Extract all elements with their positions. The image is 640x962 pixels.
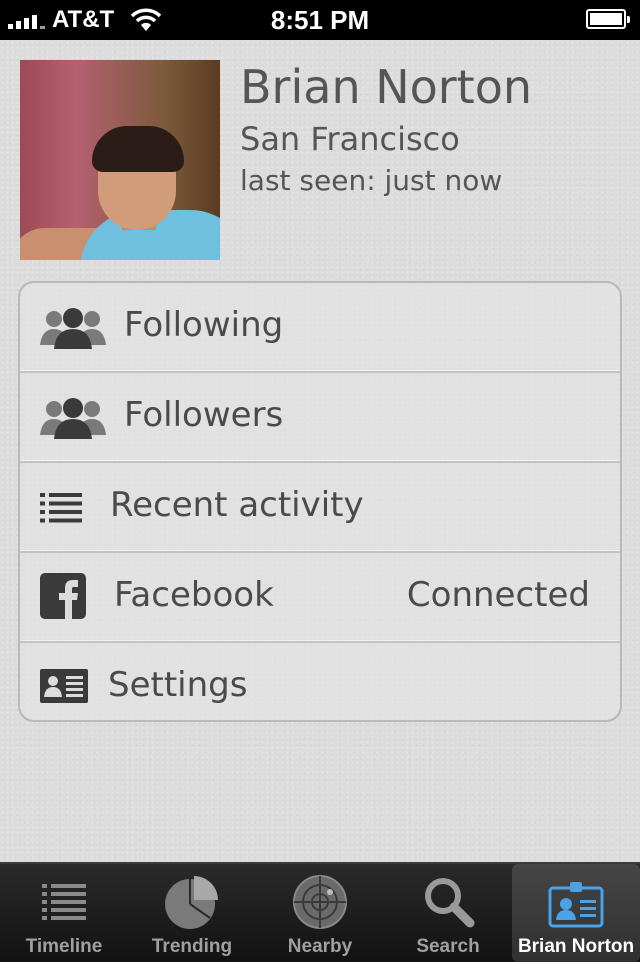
- tab-label: Nearby: [287, 936, 353, 957]
- people-icon: [40, 307, 106, 353]
- people-icon: [40, 397, 106, 443]
- clock: 8:51 PM: [270, 5, 370, 35]
- avatar: [20, 60, 220, 260]
- tab-label: Brian Norton: [517, 936, 635, 957]
- tab-timeline[interactable]: Timeline: [0, 864, 128, 962]
- magnifier-icon: [384, 870, 512, 930]
- profile-location: San Francisco: [240, 120, 460, 158]
- id-badge-icon: [512, 870, 640, 930]
- menu-item-label: Facebook: [114, 575, 274, 615]
- tab-nearby[interactable]: Nearby: [256, 864, 384, 962]
- menu-item-label: Recent activity: [110, 485, 364, 525]
- menu-item-label: Settings: [108, 665, 248, 705]
- pie-chart-icon: [128, 870, 256, 930]
- facebook-icon: [40, 573, 86, 623]
- id-card-icon: [40, 669, 88, 707]
- menu-item-recent-activity[interactable]: Recent activity: [20, 463, 620, 553]
- profile-menu: Following Followers Recent activity Face…: [18, 281, 622, 722]
- facebook-status: Connected: [406, 575, 590, 615]
- menu-item-facebook[interactable]: Facebook Connected: [20, 553, 620, 643]
- battery-icon: [586, 9, 630, 29]
- tab-label: Trending: [151, 936, 233, 957]
- list-icon: [0, 870, 128, 930]
- radar-icon: [256, 870, 384, 930]
- tab-bar: Timeline Trending Nearby Search Brian No…: [0, 862, 640, 962]
- profile-last-seen: last seen: just now: [240, 164, 503, 197]
- tab-trending[interactable]: Trending: [128, 864, 256, 962]
- profile-name: Brian Norton: [240, 60, 533, 114]
- menu-item-label: Following: [124, 305, 284, 345]
- status-bar: AT&T 8:51 PM: [0, 0, 640, 40]
- list-icon: [40, 493, 82, 527]
- menu-item-settings[interactable]: Settings: [20, 643, 620, 720]
- menu-item-followers[interactable]: Followers: [20, 373, 620, 463]
- tab-label: Search: [416, 936, 480, 957]
- tab-search[interactable]: Search: [384, 864, 512, 962]
- tab-profile[interactable]: Brian Norton: [512, 864, 640, 962]
- tab-label: Timeline: [25, 936, 103, 957]
- menu-item-label: Followers: [124, 395, 284, 435]
- menu-item-following[interactable]: Following: [20, 283, 620, 373]
